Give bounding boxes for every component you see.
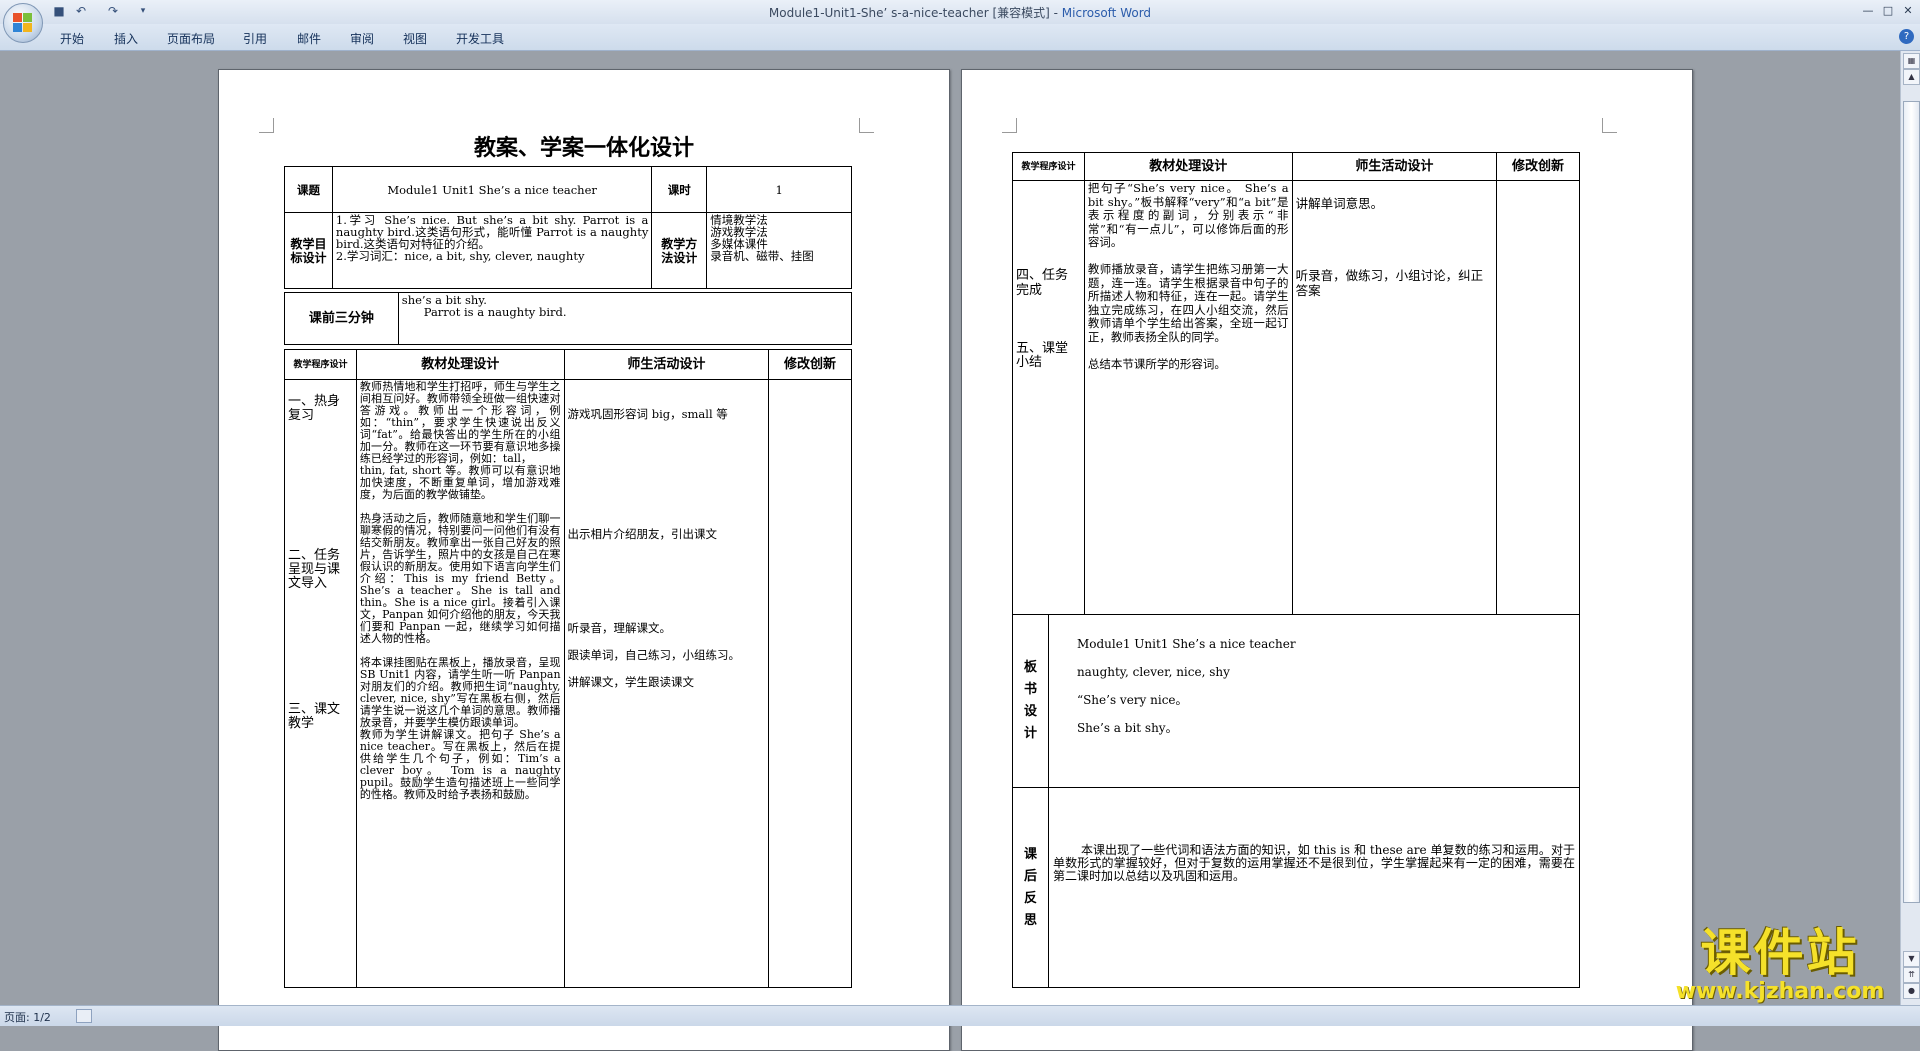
document-page-2[interactable]: 教学程序设计 教材处理设计 师生活动设计 修改创新 四、任务完成 五、课堂小结 … [961,69,1693,1051]
warmup-table: 课前三分钟 she’s a bit shy. Parrot is a naugh… [284,292,853,345]
page-title: 教案、学案一体化设计 [473,135,694,161]
window-title: Module1-Unit1-She’ s-a-nice-teacher [兼容模… [0,4,1920,21]
reflection-label-cell: 课后反思 [1012,787,1049,988]
crop-mark [1602,118,1617,133]
col-header-material: 教材处理设计 [355,349,565,380]
warmup-label: 课前三分钟 [284,292,399,345]
crop-mark [1002,118,1017,133]
procedure-steps[interactable]: 一、热身复习 二、任务呈现与课文导入 三、课文教学 [284,379,357,988]
minimize-icon[interactable]: — [1858,2,1878,20]
col-header-activity: 师生活动设计 [1291,152,1498,181]
tab-review[interactable]: 审阅 [350,30,374,47]
procedure-table: 教学程序设计 教材处理设计 师生活动设计 修改创新 一、热身复习 二、任务呈现与… [284,349,852,988]
board-line: She’s a bit shy。 [1076,721,1178,735]
previous-page-icon[interactable]: ⇈ [1903,967,1920,983]
watermark-title: 课件站 [1700,924,1860,982]
scrollbar-thumb[interactable] [1903,101,1920,903]
reflection-text[interactable]: 本课出现了一些代词和语法方面的知识，如 this is 和 these are … [1047,787,1581,988]
tab-view[interactable]: 视图 [403,30,427,47]
proofing-status-icon[interactable] [76,1009,92,1023]
app-name: Microsoft Word [1061,6,1152,20]
reflection-label: 课后反思 [1023,846,1037,928]
board-line: naughty, clever, nice, shy [1076,665,1230,679]
watermark-url: www.kjzhan.com [1675,979,1885,1004]
browse-object-icon[interactable]: ● [1903,983,1920,999]
scroll-down-icon[interactable]: ▼ [1903,951,1920,967]
board-label: 板书设计 [1023,660,1037,741]
document-workspace: 教案、学案一体化设计 课题 Module1 Unit1 She’s a nice… [0,51,1900,1051]
maximize-icon[interactable]: □ [1878,2,1898,20]
office-button[interactable] [3,3,43,43]
board-reflection-table: 板书设计 Module1 Unit1 She’s a nice teacher … [1012,614,1581,988]
lesson-info-table: 课题 Module1 Unit1 She’s a nice teacher 课时… [284,166,852,289]
col-header-procedure: 教学程序设计 [284,349,357,380]
title-separator: - [1049,6,1062,20]
tab-developer[interactable]: 开发工具 [456,30,504,47]
title-bar: ■ ↶ ↷ ▾ Module1-Unit1-She’ s-a-nice-teac… [0,0,1920,25]
scroll-up-icon[interactable]: ▲ [1903,69,1920,85]
help-icon[interactable]: ? [1899,29,1914,44]
vertical-scrollbar[interactable]: ▦ ▲ ▼ ⇈ ● [1900,51,1920,1005]
innovation-text[interactable] [768,379,852,988]
ruler-toggle-icon[interactable]: ▦ [1903,53,1920,69]
warmup-text[interactable]: she’s a bit shy. Parrot is a naughty bir… [397,292,853,345]
close-icon[interactable]: ✕ [1898,2,1918,20]
activity-text[interactable]: 讲解单词意思。 听录音，做练习，小组讨论，纠正答案 [1291,180,1498,615]
material-text[interactable]: 把句子“She’s very nice。 She’s a bit shy。”板书… [1083,180,1293,615]
period-label: 课时 [651,166,708,213]
topic-value[interactable]: Module1 Unit1 She’s a nice teacher [331,166,653,213]
procedure-steps[interactable]: 四、任务完成 五、课堂小结 [1012,180,1085,615]
tab-mailings[interactable]: 邮件 [297,30,321,47]
board-content[interactable]: Module1 Unit1 She’s a nice teacher naugh… [1047,614,1581,788]
board-line: Module1 Unit1 She’s a nice teacher [1076,637,1296,651]
methods-label: 教学方法设计 [651,212,708,289]
tab-insert[interactable]: 插入 [114,30,138,47]
innovation-text[interactable] [1496,180,1580,615]
watermark-logo: 课件站 www.kjzhan.com [1660,925,1900,1005]
document-name: Module1-Unit1-She’ s-a-nice-teacher [兼容模… [768,6,1050,20]
col-header-activity: 师生活动设计 [563,349,770,380]
period-value[interactable]: 1 [706,166,852,213]
col-header-procedure: 教学程序设计 [1012,152,1085,181]
tab-home[interactable]: 开始 [60,30,84,47]
document-page-1[interactable]: 教案、学案一体化设计 课题 Module1 Unit1 She’s a nice… [218,69,950,1051]
page-count[interactable]: 页面: 1/2 [4,1009,51,1025]
col-header-innovation: 修改创新 [768,349,852,380]
col-header-material: 教材处理设计 [1083,152,1293,181]
topic-label: 课题 [284,166,333,213]
ribbon-tab-bar: 开始 插入 页面布局 引用 邮件 审阅 视图 开发工具 ? [0,24,1920,51]
goals-text[interactable]: 1.学习 She’s nice. But she’s a bit shy. Pa… [331,212,653,289]
tab-references[interactable]: 引用 [243,30,267,47]
board-line: “She’s very nice。 [1076,693,1188,707]
procedure-table-continued: 教学程序设计 教材处理设计 师生活动设计 修改创新 四、任务完成 五、课堂小结 … [1012,152,1580,615]
material-text[interactable]: 教师热情地和学生打招呼，师生与学生之间相互问好。教师带领全班做一组快速对答游戏。… [355,379,565,988]
board-label-cell: 板书设计 [1012,614,1049,788]
goals-label: 教学目标设计 [284,212,333,289]
status-bar: 页面: 1/2 [0,1005,1920,1026]
methods-text[interactable]: 情境教学法 游戏教学法 多媒体课件 录音机、磁带、挂图 [706,212,852,289]
tab-page-layout[interactable]: 页面布局 [167,30,215,47]
activity-text[interactable]: 游戏巩固形容词 big，small 等 出示相片介绍朋友，引出课文 听录音，理解… [563,379,770,988]
office-logo-icon [13,13,33,33]
col-header-innovation: 修改创新 [1496,152,1580,181]
